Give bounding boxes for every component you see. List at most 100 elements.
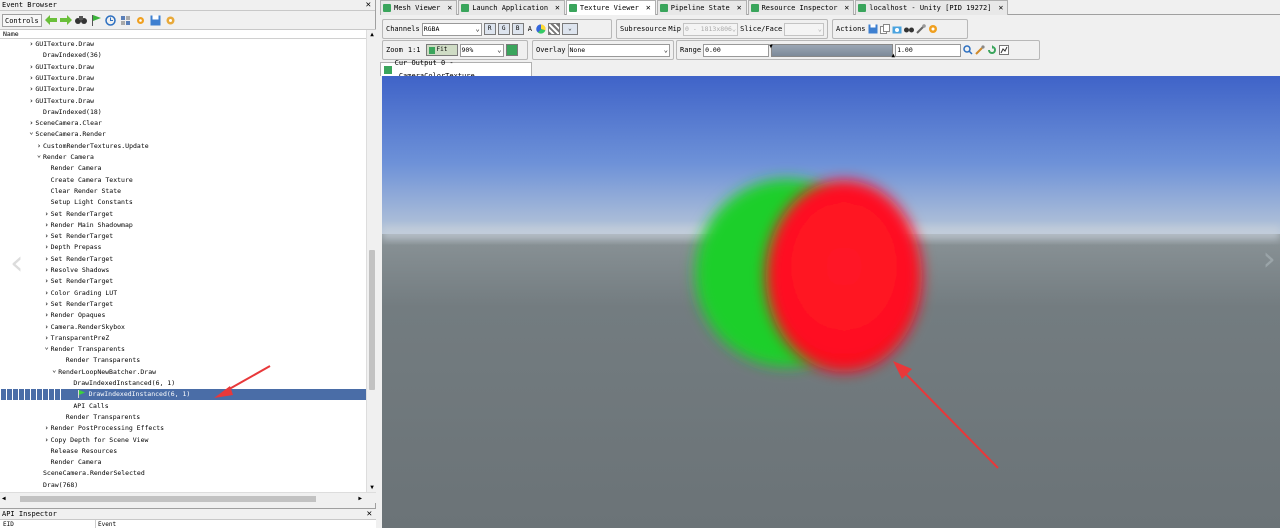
tree-row[interactable]: Setup Light Constants [0, 197, 366, 208]
collapse-chevron-icon[interactable]: ⌄ [28, 129, 34, 140]
channels-dropdown-icon[interactable]: ⌄ [561, 23, 578, 35]
tab-close-icon[interactable]: ✕ [555, 1, 560, 15]
api-inspector-close-icon[interactable]: ✕ [367, 509, 372, 519]
tree-row[interactable]: › GUITexture.Draw [0, 96, 366, 107]
tab-close-icon[interactable]: ✕ [447, 1, 452, 15]
event-column-header[interactable]: Event [98, 520, 116, 528]
tree-row[interactable]: SceneCamera.RenderSelected [0, 468, 366, 479]
tree-column-header[interactable]: Name [0, 30, 366, 39]
binoculars-icon[interactable] [74, 14, 87, 26]
expand-chevron-icon[interactable]: › [28, 39, 34, 50]
link-icon[interactable] [915, 24, 926, 34]
tree-row[interactable]: Clear Render State [0, 186, 366, 197]
tree-row[interactable]: ⌄ RenderLoopNewBatcher.Draw [0, 366, 366, 378]
tree-row[interactable]: ⌄ Render Transparents [0, 344, 366, 355]
horizontal-scroll-thumb[interactable] [20, 496, 316, 502]
tree-row[interactable]: › SceneCamera.Clear [0, 118, 366, 129]
tree-row[interactable]: › Set RenderTarget [0, 276, 366, 287]
tab-close-icon[interactable]: ✕ [998, 1, 1003, 15]
tree-row[interactable]: › Resolve Shadows [0, 265, 366, 276]
zoom-range-icon[interactable] [963, 45, 973, 55]
tree-row[interactable]: › Set RenderTarget [0, 299, 366, 310]
tree-row[interactable]: Release Resources [0, 446, 366, 457]
tab-localhost-unity-pid-19272[interactable]: localhost - Unity [PID 19272] ✕ [855, 0, 1009, 15]
tree-row[interactable]: › Color Grading LUT [0, 288, 366, 299]
range-min-input[interactable]: 0.00 [703, 43, 770, 57]
tree-horizontal-scrollbar[interactable]: ◀ ▶ [0, 492, 376, 503]
output-tab[interactable]: Cur Output 0 - _CameraColorTexture [380, 59, 532, 80]
tab-resource-inspector[interactable]: Resource Inspector ✕ [747, 0, 855, 15]
tree-row[interactable]: DrawIndexed(18) [0, 107, 366, 118]
tab-texture-viewer[interactable]: Texture Viewer ✕ [565, 0, 656, 15]
tree-row[interactable]: › Set RenderTarget [0, 231, 366, 242]
tree-row[interactable]: › Render Opaques [0, 310, 366, 321]
overlay-select[interactable]: None ⌄ [567, 43, 670, 57]
color-wheel-icon[interactable] [536, 24, 546, 34]
expand-chevron-icon[interactable]: › [44, 310, 50, 321]
slice-face-select[interactable]: ⌄ [784, 22, 824, 36]
expand-chevron-icon[interactable]: › [28, 62, 34, 73]
save-icon[interactable] [150, 14, 162, 26]
tree-row[interactable]: › Set RenderTarget [0, 209, 366, 220]
tree-row[interactable]: › TransparentPreZ [0, 333, 366, 344]
histogram-icon[interactable] [999, 45, 1010, 55]
tree-row[interactable]: › GUITexture.Draw [0, 84, 366, 95]
tab-close-icon[interactable]: ✕ [844, 1, 849, 15]
eid-column-header[interactable]: EID [3, 520, 14, 528]
controls-button[interactable]: Controls [2, 13, 42, 27]
save-texture-icon[interactable] [868, 24, 878, 34]
tree-row[interactable]: › Render Main Shadowmap [0, 220, 366, 231]
tree-row[interactable]: › Set RenderTarget [0, 254, 366, 265]
expand-chevron-icon[interactable]: › [44, 299, 50, 310]
tree-row[interactable]: › GUITexture.Draw [0, 73, 366, 84]
forward-arrow-icon[interactable] [59, 14, 72, 26]
tree-row[interactable]: DrawIndexedInstanced(6, 1) [0, 389, 366, 401]
vertical-scroll-thumb[interactable] [369, 250, 375, 390]
tab-close-icon[interactable]: ✕ [737, 1, 742, 15]
tree-row[interactable]: Render Camera [0, 457, 366, 468]
zoom-1to1-button[interactable]: 1:1 [408, 46, 421, 54]
tab-close-icon[interactable]: ✕ [646, 1, 651, 15]
scroll-down-icon[interactable]: ▼ [368, 483, 376, 492]
tree-row[interactable]: DrawIndexedInstanced(6, 1) [0, 378, 366, 389]
gear-icon[interactable] [928, 24, 938, 34]
mip-select[interactable]: 0 - 1813x806 ⌄ [683, 22, 739, 36]
expand-chevron-icon[interactable]: › [44, 265, 50, 276]
autofit-icon[interactable] [975, 45, 985, 55]
tree-row[interactable]: › GUITexture.Draw [0, 62, 366, 73]
expand-chevron-icon[interactable]: › [44, 423, 50, 434]
tree-row[interactable]: Render Camera [0, 163, 366, 174]
flip-icon[interactable] [505, 44, 518, 56]
scroll-up-icon[interactable]: ▲ [368, 30, 376, 39]
checkerboard-icon[interactable] [547, 23, 560, 35]
tree-row[interactable]: Create Camera Texture [0, 175, 366, 186]
scroll-right-icon[interactable]: ▶ [358, 493, 362, 504]
options-icon[interactable] [120, 14, 132, 26]
scroll-left-icon[interactable]: ◀ [2, 493, 6, 504]
expand-chevron-icon[interactable]: › [44, 254, 50, 265]
tab-mesh-viewer[interactable]: Mesh Viewer ✕ [380, 0, 458, 15]
copy-icon[interactable] [879, 24, 890, 34]
channels-select[interactable]: RGBA ⌄ [421, 22, 482, 36]
next-chevron-icon[interactable]: › [1262, 242, 1276, 276]
expand-chevron-icon[interactable]: › [28, 96, 34, 107]
channel-r-toggle[interactable]: R [483, 23, 496, 35]
expand-chevron-icon[interactable]: › [28, 84, 34, 95]
tree-row[interactable]: › CustomRenderTextures.Update [0, 141, 366, 152]
range-slider[interactable]: ▼ ▲ [769, 43, 895, 59]
range-max-input[interactable]: 1.00 [895, 43, 962, 57]
collapse-chevron-icon[interactable]: ⌄ [36, 152, 42, 163]
reset-range-icon[interactable] [987, 45, 997, 55]
collapse-chevron-icon[interactable]: ⌄ [51, 366, 57, 378]
tree-row[interactable]: › GUITexture.Draw [0, 39, 366, 50]
channel-b-toggle[interactable]: B [511, 23, 524, 35]
expand-chevron-icon[interactable]: › [44, 231, 50, 242]
expand-chevron-icon[interactable]: › [28, 73, 34, 84]
expand-chevron-icon[interactable]: › [44, 288, 50, 299]
fit-button[interactable]: Fit [425, 44, 458, 56]
expand-chevron-icon[interactable]: › [44, 435, 50, 446]
tree-row[interactable]: Draw(768) [0, 480, 366, 491]
channel-g-toggle[interactable]: G [497, 23, 510, 35]
tree-row[interactable]: DrawIndexed(36) [0, 50, 366, 61]
tree-row[interactable]: ⌄ Render Camera [0, 152, 366, 163]
